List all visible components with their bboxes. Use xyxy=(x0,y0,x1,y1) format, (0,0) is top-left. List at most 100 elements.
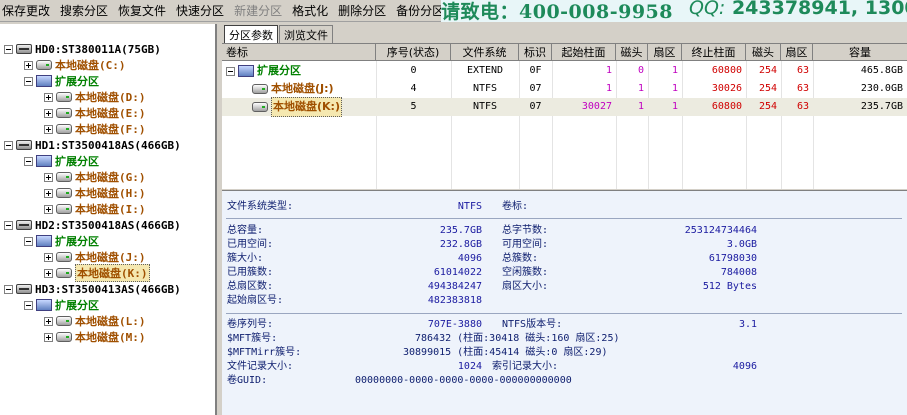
col-end-cyl[interactable]: 终止柱面 xyxy=(682,44,746,61)
total-capacity-value: 235.7GB xyxy=(439,225,482,236)
expand-icon[interactable] xyxy=(44,252,53,262)
hard-disk-icon xyxy=(16,220,32,230)
collapse-icon[interactable] xyxy=(4,140,13,150)
volume-icon xyxy=(56,124,72,134)
tree-volume-l[interactable]: 本地磁盘(L:) xyxy=(44,313,146,329)
cell-end-head: 254 xyxy=(758,65,777,76)
file-record-size-value: 1024 xyxy=(457,361,482,372)
cell-start-cyl: 1 xyxy=(605,83,612,94)
cell-id: 0F xyxy=(529,65,542,76)
expand-icon[interactable] xyxy=(24,60,33,70)
advert-banner[interactable]: 请致电：400-008-9958 QQ: 243378941, 1300899 xyxy=(441,0,907,22)
format-button[interactable]: 格式化 xyxy=(290,0,330,22)
expand-icon[interactable] xyxy=(44,316,53,326)
col-end-head[interactable]: 磁头 xyxy=(746,44,781,61)
collapse-icon[interactable] xyxy=(24,76,33,86)
volume-icon xyxy=(56,252,72,262)
recover-files-button[interactable]: 恢复文件 xyxy=(116,0,168,22)
tree-disk-hd3[interactable]: HD3:ST3500413AS(466GB) xyxy=(4,281,181,297)
tree-extended-label: 扩展分区 xyxy=(55,155,99,168)
expand-icon[interactable] xyxy=(44,172,53,182)
expand-icon[interactable] xyxy=(44,332,53,342)
table-row-selected[interactable]: 本地磁盘(K:) 5 NTFS 07 30027 1 1 60800 254 6… xyxy=(222,97,907,117)
col-start-head[interactable]: 磁头 xyxy=(616,44,648,61)
expand-icon[interactable] xyxy=(44,92,53,102)
index-record-size-value: 4096 xyxy=(732,361,757,372)
tree-disk-label: HD3:ST3500413AS(466GB) xyxy=(35,282,181,296)
tree-extended-hd0[interactable]: 扩展分区 xyxy=(24,73,99,89)
extended-partition-icon xyxy=(238,65,254,77)
col-end-sector[interactable]: 扇区 xyxy=(781,44,813,61)
sector-size-label: 扇区大小: xyxy=(502,281,549,292)
backup-partition-button[interactable]: 备份分区 xyxy=(394,0,446,22)
expand-icon[interactable] xyxy=(44,108,53,118)
col-volume-label[interactable]: 卷标 xyxy=(222,44,376,61)
tree-volume-label: 本地磁盘(M:) xyxy=(75,331,146,344)
tree-volume-c[interactable]: 本地磁盘(C:) xyxy=(24,57,126,73)
volume-icon xyxy=(56,268,72,278)
collapse-icon[interactable] xyxy=(4,44,13,54)
expand-icon[interactable] xyxy=(44,268,53,278)
collapse-icon[interactable] xyxy=(24,300,33,310)
tree-extended-hd3[interactable]: 扩展分区 xyxy=(24,297,99,313)
disk-tree[interactable]: HD0:ST380011A(75GB) 本地磁盘(C:) 扩展分区 本地磁盘(D… xyxy=(0,24,217,415)
tree-disk-hd1[interactable]: HD1:ST3500418AS(466GB) xyxy=(4,137,181,153)
tree-volume-e[interactable]: 本地磁盘(E:) xyxy=(44,105,146,121)
col-filesystem[interactable]: 文件系统 xyxy=(451,44,519,61)
table-header: 卷标 序号(状态) 文件系统 标识 起始柱面 磁头 扇区 终止柱面 磁头 扇区 … xyxy=(222,44,907,61)
collapse-icon[interactable] xyxy=(226,66,235,76)
table-row[interactable]: 扩展分区 0 EXTEND 0F 1 0 1 60800 254 63 465.… xyxy=(222,62,907,80)
col-capacity[interactable]: 容量 xyxy=(813,44,907,61)
tree-volume-d[interactable]: 本地磁盘(D:) xyxy=(44,89,146,105)
hard-disk-icon xyxy=(16,284,32,294)
delete-partition-button[interactable]: 删除分区 xyxy=(336,0,388,22)
ntfs-version-value: 3.1 xyxy=(738,319,757,330)
col-start-cyl[interactable]: 起始柱面 xyxy=(552,44,616,61)
extended-partition-icon xyxy=(36,235,52,247)
expand-icon[interactable] xyxy=(44,124,53,134)
cell-capacity: 230.0GB xyxy=(860,83,903,94)
save-changes-button[interactable]: 保存更改 xyxy=(0,0,52,22)
tree-volume-m[interactable]: 本地磁盘(M:) xyxy=(44,329,146,345)
tree-volume-k[interactable]: 本地磁盘(K:) xyxy=(44,264,150,282)
expand-icon[interactable] xyxy=(44,204,53,214)
collapse-icon[interactable] xyxy=(24,236,33,246)
tree-volume-h[interactable]: 本地磁盘(H:) xyxy=(44,185,146,201)
cell-start-cyl: 1 xyxy=(605,65,612,76)
volume-label-value xyxy=(602,200,702,214)
cell-id: 07 xyxy=(529,101,542,112)
hard-disk-icon xyxy=(16,140,32,150)
quick-partition-button[interactable]: 快速分区 xyxy=(174,0,226,22)
tree-extended-hd1[interactable]: 扩展分区 xyxy=(24,153,99,169)
tree-disk-hd0[interactable]: HD0:ST380011A(75GB) xyxy=(4,41,161,57)
tree-volume-label: 本地磁盘(E:) xyxy=(75,107,146,120)
col-start-sector[interactable]: 扇区 xyxy=(648,44,682,61)
tab-browse-files[interactable]: 浏览文件 xyxy=(279,25,333,43)
tree-volume-g[interactable]: 本地磁盘(G:) xyxy=(44,169,146,185)
new-partition-button[interactable]: 新建分区 xyxy=(232,0,284,22)
extended-partition-icon xyxy=(36,75,52,87)
free-clusters-label: 空闲簇数: xyxy=(502,267,549,278)
col-index[interactable]: 序号(状态) xyxy=(376,44,451,61)
collapse-icon[interactable] xyxy=(4,284,13,294)
cell-start-sector: 1 xyxy=(671,101,678,112)
tree-volume-i[interactable]: 本地磁盘(I:) xyxy=(44,201,146,217)
search-partition-button[interactable]: 搜索分区 xyxy=(58,0,110,22)
tab-partition-params[interactable]: 分区参数 xyxy=(224,25,278,44)
tree-volume-label: 本地磁盘(J:) xyxy=(75,251,146,264)
volume-label-label: 卷标: xyxy=(502,201,529,212)
tree-volume-j[interactable]: 本地磁盘(J:) xyxy=(44,249,146,265)
tree-extended-hd2[interactable]: 扩展分区 xyxy=(24,233,99,249)
tree-volume-f[interactable]: 本地磁盘(F:) xyxy=(44,121,146,137)
row-name: 本地磁盘(J:) xyxy=(271,82,334,95)
col-id[interactable]: 标识 xyxy=(519,44,552,61)
collapse-icon[interactable] xyxy=(4,220,13,230)
expand-icon[interactable] xyxy=(44,188,53,198)
table-row[interactable]: 本地磁盘(J:) 4 NTFS 07 1 1 1 30026 254 63 23… xyxy=(222,80,907,98)
cell-capacity: 235.7GB xyxy=(860,101,903,112)
mftmirr-cluster-value: 30899015 (柱面:45414 磁头:0 扇区:29) xyxy=(403,347,608,358)
collapse-icon[interactable] xyxy=(24,156,33,166)
cell-index: 4 xyxy=(410,83,417,94)
tree-disk-hd2[interactable]: HD2:ST3500418AS(466GB) xyxy=(4,217,181,233)
free-space-value: 3.0GB xyxy=(726,239,757,250)
